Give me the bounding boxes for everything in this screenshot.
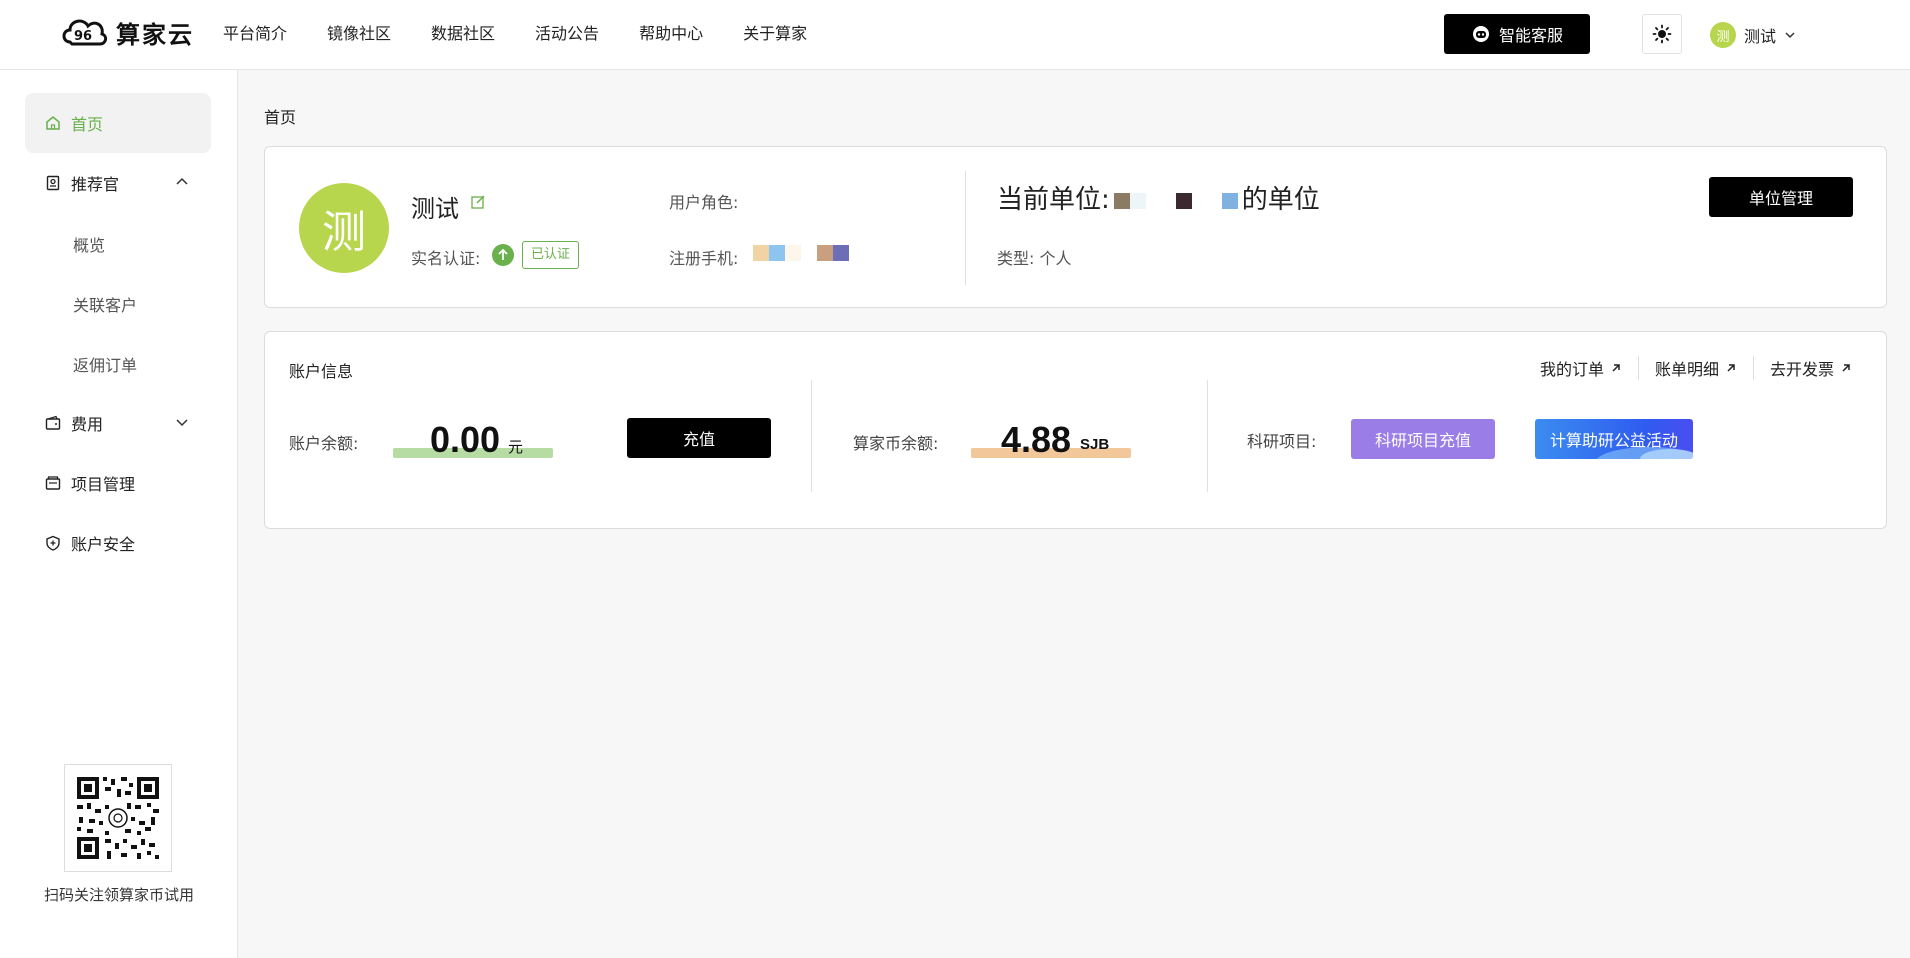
sidebar-item-home[interactable]: 首页 [25,93,211,153]
invoice-link[interactable]: 去开发票 [1752,356,1868,380]
nav-help-center[interactable]: 帮助中心 [639,22,703,46]
edit-icon[interactable] [470,194,486,210]
sidebar-subitem-linked-customers[interactable]: 关联客户 [73,292,137,316]
sidebar-item-projects[interactable]: 项目管理 [25,453,211,513]
unit-manage-button[interactable]: 单位管理 [1709,177,1853,217]
phone-label: 注册手机: [669,249,739,268]
sidebar-item-recommender[interactable]: 推荐官 [25,153,211,213]
sidebar-subitem-commission-orders[interactable]: 返佣订单 [73,352,137,376]
chevron-down-icon [1785,32,1795,39]
avatar: 测 [1710,22,1736,48]
bill-details-link[interactable]: 账单明细 [1637,356,1753,380]
avatar: 测 [299,183,389,273]
balance-label: 账户余额: [289,434,359,453]
sidebar-item-label: 费用 [71,415,104,434]
nav-image-community[interactable]: 镜像社区 [327,22,391,46]
logo-icon: 96 [62,19,108,46]
coin-balance-value: 4.88 [1001,419,1072,460]
external-link-icon [1842,364,1850,372]
balance-unit: 元 [508,439,524,456]
qr-code [64,764,172,872]
main-nav: 平台简介 镜像社区 数据社区 活动公告 帮助中心 关于算家 [223,22,847,46]
nav-platform-intro[interactable]: 平台简介 [223,22,287,46]
sidebar-item-fees[interactable]: 费用 [25,393,211,453]
external-link-icon [1727,364,1735,372]
shield-icon [45,535,61,551]
research-charity-button[interactable]: 计算助研公益活动 [1535,419,1693,459]
chevron-down-icon [176,419,188,427]
sidebar-item-label: 项目管理 [71,475,136,494]
brand-logo[interactable]: 96 算家云 [60,12,194,52]
divider [811,380,812,492]
coin-balance-label: 算家币余额: [853,434,939,453]
qr-caption: 扫码关注领算家币试用 [43,886,194,904]
nav-about[interactable]: 关于算家 [743,22,807,46]
sidebar: 首页 推荐官 概览 关联客户 返佣订单 费用 项目管理 账户安全 扫码关注领算家… [0,70,238,958]
nav-data-community[interactable]: 数据社区 [431,22,495,46]
unit-type: 类型: 个人 [997,249,1072,268]
home-icon [45,115,61,131]
sidebar-item-security[interactable]: 账户安全 [25,513,211,573]
realname-label: 实名认证: [411,249,481,268]
unit-name-redacted [1113,192,1238,209]
user-menu[interactable]: 测 测试 [1710,22,1796,48]
chevron-up-icon [176,177,188,185]
breadcrumb: 首页 [264,108,297,127]
verified-icon [492,244,514,266]
smart-support-button[interactable]: 智能客服 [1444,14,1590,54]
research-label: 科研项目: [1247,432,1317,451]
divider [965,171,966,285]
folder-icon [45,475,61,491]
research-recharge-button[interactable]: 科研项目充值 [1351,419,1495,459]
account-card: 账户信息 我的订单 账单明细 去开发票 账户余额: 0.00 元 充值 算家币余… [264,331,1887,529]
brand-name: 算家云 [116,20,194,49]
balance-value: 0.00 [430,419,501,460]
coin-unit: SJB [1080,436,1110,453]
svg-text:96: 96 [74,29,92,44]
sun-icon [1652,24,1672,44]
my-orders-link[interactable]: 我的订单 [1524,356,1638,380]
profile-card: 测 测试 实名认证: 已认证 用户角色: 注册手机: 当前单位: 的单位 类型: … [264,146,1887,308]
sidebar-item-label: 账户安全 [71,535,136,554]
verified-badge: 已认证 [522,241,580,269]
smart-support-label: 智能客服 [1498,26,1563,45]
badge-icon [45,175,61,191]
top-header: 96 算家云 平台简介 镜像社区 数据社区 活动公告 帮助中心 关于算家 智能客… [0,0,1910,70]
robot-icon [1472,26,1489,42]
theme-toggle-button[interactable] [1642,14,1682,54]
account-links: 我的订单 账单明细 去开发票 [1524,356,1868,380]
profile-name: 测试 [411,195,459,223]
divider [1207,380,1208,492]
nav-announcements[interactable]: 活动公告 [535,22,599,46]
external-link-icon [1612,364,1620,372]
current-unit-title: 当前单位: 的单位 [997,185,1320,215]
account-title: 账户信息 [289,362,354,381]
user-role-label: 用户角色: [669,193,739,212]
sidebar-item-label: 首页 [71,115,104,134]
sidebar-item-label: 推荐官 [71,175,120,194]
phone-value-redacted [753,245,849,261]
recharge-button[interactable]: 充值 [627,418,771,458]
wallet-icon [45,415,61,431]
user-name: 测试 [1744,27,1777,46]
sidebar-subitem-overview[interactable]: 概览 [73,232,105,256]
